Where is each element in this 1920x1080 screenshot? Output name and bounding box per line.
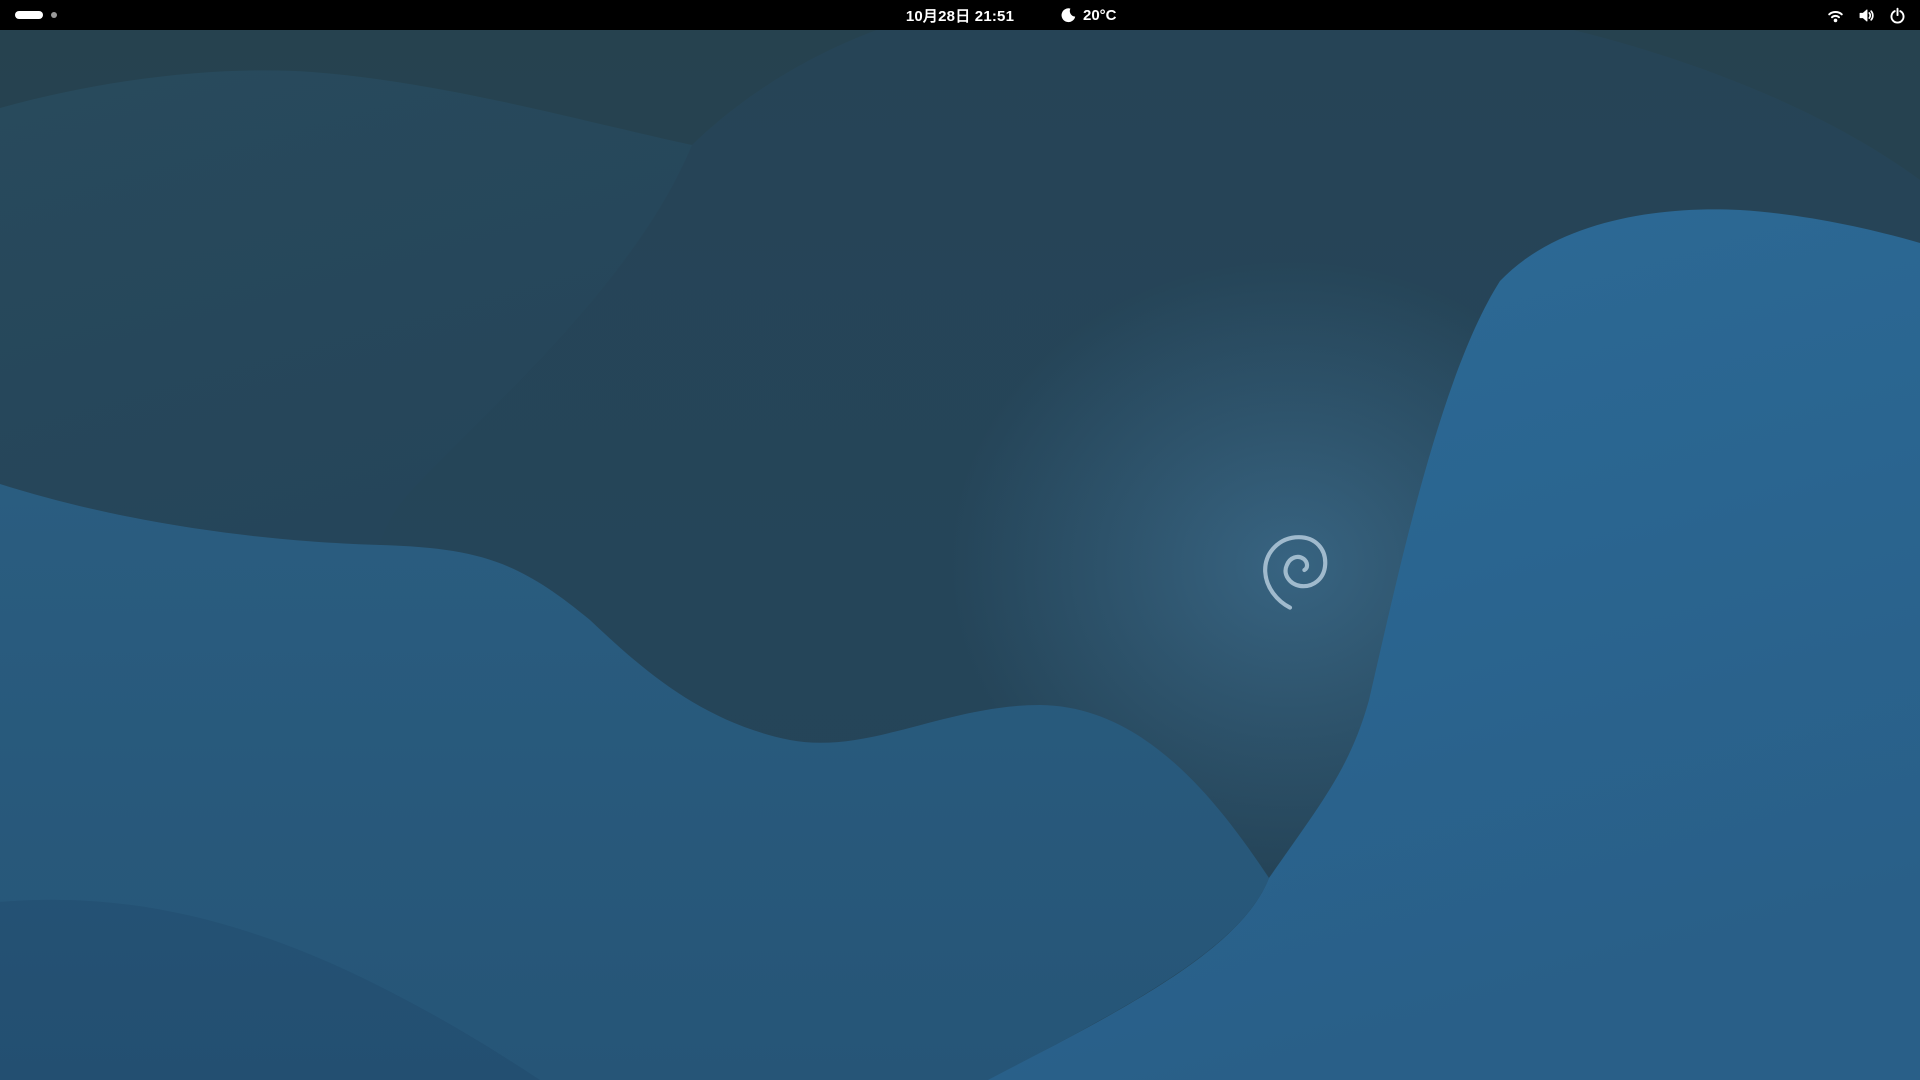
system-status-menu[interactable] (1813, 0, 1920, 30)
active-workspace-pill (15, 11, 43, 19)
weather-indicator[interactable]: 20°C (1060, 0, 1117, 30)
power-icon (1889, 7, 1906, 24)
workspace-indicator[interactable] (15, 0, 57, 30)
wallpaper-waves (0, 30, 1920, 1080)
inactive-workspace-dot (51, 12, 57, 18)
wifi-icon (1827, 7, 1844, 24)
temperature-label: 20°C (1083, 6, 1117, 24)
desktop-wallpaper (0, 30, 1920, 1080)
moon-icon (1060, 7, 1076, 23)
top-bar: 10月28日 21:51 20°C (0, 0, 1920, 30)
clock-button[interactable]: 10月28日 21:51 (906, 0, 1014, 30)
clock-label: 10月28日 21:51 (905, 7, 1015, 25)
volume-icon (1858, 7, 1875, 24)
